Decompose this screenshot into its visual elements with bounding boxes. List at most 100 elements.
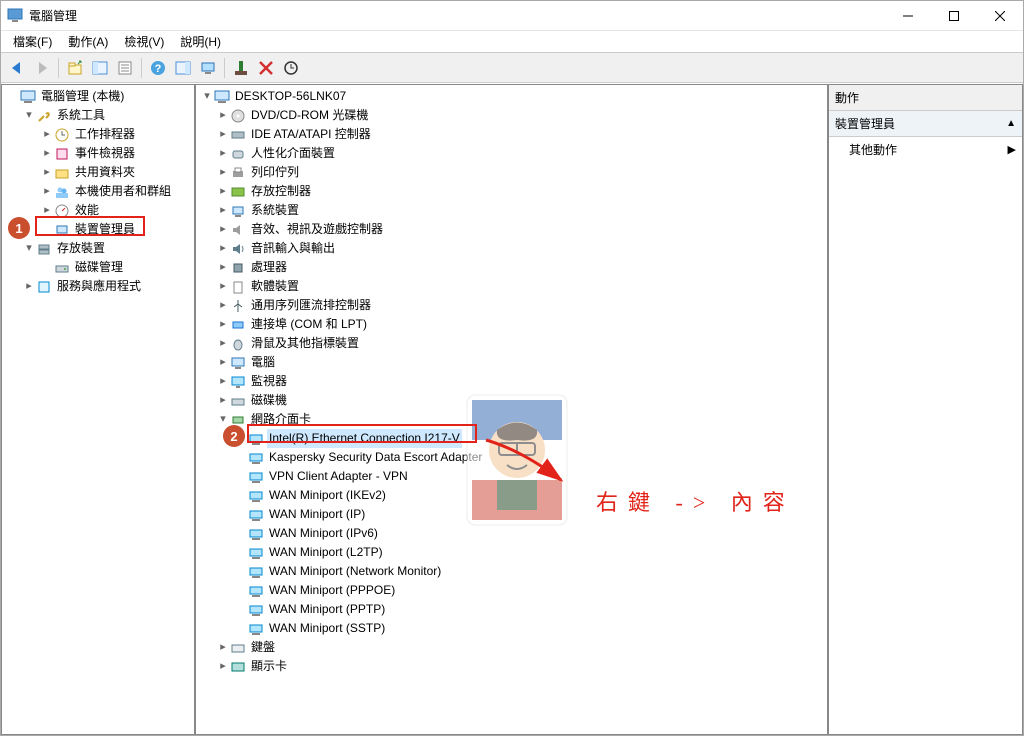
expand-icon[interactable]: ▸ [216, 106, 230, 125]
device-wan-pptp[interactable]: ▸WAN Miniport (PPTP) [198, 600, 825, 619]
watermark-avatar [447, 385, 587, 535]
collapse-icon[interactable]: ▾ [200, 87, 214, 106]
tree-item-performance[interactable]: ▸ 效能 [4, 201, 192, 220]
device-wan-pppoe[interactable]: ▸WAN Miniport (PPPOE) [198, 581, 825, 600]
network-icon [230, 412, 246, 428]
cpu-icon [230, 260, 246, 276]
device-category-storage-controller[interactable]: ▸存放控制器 [198, 182, 825, 201]
expand-icon[interactable]: ▸ [22, 277, 36, 296]
minimize-button[interactable] [885, 1, 931, 30]
enable-button[interactable] [229, 56, 253, 80]
scan-hardware-button[interactable] [196, 56, 220, 80]
device-category-print-queue[interactable]: ▸列印佇列 [198, 163, 825, 182]
expand-icon[interactable]: ▸ [216, 163, 230, 182]
device-wan-monitor[interactable]: ▸WAN Miniport (Network Monitor) [198, 562, 825, 581]
expand-icon[interactable]: ▸ [216, 296, 230, 315]
system-icon [230, 203, 246, 219]
expand-icon[interactable]: ▸ [40, 182, 54, 201]
device-category-computer[interactable]: ▸電腦 [198, 353, 825, 372]
network-adapter-icon [248, 602, 264, 618]
expand-icon[interactable]: ▸ [216, 201, 230, 220]
expand-icon[interactable]: ▸ [216, 220, 230, 239]
device-category-mice[interactable]: ▸滑鼠及其他指標裝置 [198, 334, 825, 353]
expand-icon[interactable]: ▸ [216, 391, 230, 410]
maximize-button[interactable] [931, 1, 977, 30]
device-category-sound-video-game[interactable]: ▸音效、視訊及遊戲控制器 [198, 220, 825, 239]
device-category-system-devices[interactable]: ▸系統裝置 [198, 201, 825, 220]
menu-file[interactable]: 檔案(F) [5, 31, 60, 52]
services-icon [36, 279, 52, 295]
device-category-keyboards[interactable]: ▸鍵盤 [198, 638, 825, 657]
properties-button[interactable] [113, 56, 137, 80]
device-category-audio-io[interactable]: ▸音訊輸入與輸出 [198, 239, 825, 258]
users-icon [54, 184, 70, 200]
tree-root-computer-management[interactable]: 電腦管理 (本機) [4, 87, 192, 106]
expand-icon[interactable]: ▸ [216, 353, 230, 372]
expand-icon[interactable]: ▸ [216, 277, 230, 296]
display-adapter-icon [230, 659, 246, 675]
collapse-icon[interactable]: ▾ [216, 410, 230, 429]
help-button[interactable]: ? [146, 56, 170, 80]
tree-item-local-users-groups[interactable]: ▸ 本機使用者和群組 [4, 182, 192, 201]
expand-icon[interactable]: ▸ [216, 125, 230, 144]
expand-icon[interactable]: ▸ [216, 239, 230, 258]
close-button[interactable] [977, 1, 1023, 30]
device-category-processors[interactable]: ▸處理器 [198, 258, 825, 277]
tree-item-storage[interactable]: ▾ 存放裝置 [4, 239, 192, 258]
performance-icon [54, 203, 70, 219]
usb-icon [230, 298, 246, 314]
expand-icon[interactable]: ▸ [40, 125, 54, 144]
device-category-ports[interactable]: ▸連接埠 (COM 和 LPT) [198, 315, 825, 334]
expand-icon[interactable]: ▸ [40, 163, 54, 182]
expand-icon[interactable]: ▸ [216, 315, 230, 334]
separator [141, 58, 142, 78]
device-category-display-adapters[interactable]: ▸顯示卡 [198, 657, 825, 676]
tree-item-task-scheduler[interactable]: ▸ 工作排程器 [4, 125, 192, 144]
separator [224, 58, 225, 78]
expand-icon[interactable]: ▸ [216, 638, 230, 657]
expand-icon[interactable]: ▸ [40, 144, 54, 163]
device-category-hid[interactable]: ▸人性化介面裝置 [198, 144, 825, 163]
device-tree[interactable]: ▾ DESKTOP-56LNK07 ▸DVD/CD-ROM 光碟機 ▸IDE A… [196, 85, 827, 678]
menu-view[interactable]: 檢視(V) [116, 31, 172, 52]
expand-icon[interactable]: ▸ [216, 182, 230, 201]
device-category-software-devices[interactable]: ▸軟體裝置 [198, 277, 825, 296]
up-button[interactable] [63, 56, 87, 80]
console-tree[interactable]: 電腦管理 (本機) ▾ 系統工具 ▸ 工作排程器 ▸ 事件檢視器 [2, 85, 194, 298]
expand-icon[interactable]: ▸ [216, 258, 230, 277]
expand-icon[interactable]: ▸ [40, 201, 54, 220]
storage-controller-icon [230, 184, 246, 200]
expand-icon[interactable]: ▸ [216, 144, 230, 163]
expand-icon[interactable]: ▸ [216, 334, 230, 353]
device-category-usb[interactable]: ▸通用序列匯流排控制器 [198, 296, 825, 315]
device-category-ide[interactable]: ▸IDE ATA/ATAPI 控制器 [198, 125, 825, 144]
device-root[interactable]: ▾ DESKTOP-56LNK07 [198, 87, 825, 106]
titlebar: 電腦管理 [1, 1, 1023, 31]
menu-action[interactable]: 動作(A) [60, 31, 116, 52]
disable-button[interactable] [254, 56, 278, 80]
nav-forward-button[interactable] [30, 56, 54, 80]
collapse-icon[interactable]: ▾ [22, 239, 36, 258]
tree-item-system-tools[interactable]: ▾ 系統工具 [4, 106, 192, 125]
tree-item-disk-management[interactable]: ▸ 磁碟管理 [4, 258, 192, 277]
tree-item-services-apps[interactable]: ▸ 服務與應用程式 [4, 277, 192, 296]
tree-item-device-manager[interactable]: ▸ 裝置管理員 [4, 220, 192, 239]
expand-icon[interactable]: ▸ [216, 657, 230, 676]
actions-devmgr-header[interactable]: 裝置管理員 ▲ [829, 111, 1022, 137]
update-driver-button[interactable] [279, 56, 303, 80]
device-category-dvd[interactable]: ▸DVD/CD-ROM 光碟機 [198, 106, 825, 125]
menu-help[interactable]: 說明(H) [172, 31, 229, 52]
expand-icon[interactable]: ▸ [216, 372, 230, 391]
device-wan-sstp[interactable]: ▸WAN Miniport (SSTP) [198, 619, 825, 638]
actions-other[interactable]: 其他動作 ▶ [829, 137, 1022, 162]
show-hide-actions-button[interactable] [171, 56, 195, 80]
collapse-icon[interactable]: ▾ [22, 106, 36, 125]
nav-back-button[interactable] [5, 56, 29, 80]
tree-item-shared-folders[interactable]: ▸ 共用資料夾 [4, 163, 192, 182]
show-hide-tree-button[interactable] [88, 56, 112, 80]
window-frame: 電腦管理 檔案(F) 動作(A) 檢視(V) 說明(H) ? [0, 0, 1024, 736]
device-wan-l2tp[interactable]: ▸WAN Miniport (L2TP) [198, 543, 825, 562]
tree-item-event-viewer[interactable]: ▸ 事件檢視器 [4, 144, 192, 163]
separator [58, 58, 59, 78]
computer-icon [230, 355, 246, 371]
